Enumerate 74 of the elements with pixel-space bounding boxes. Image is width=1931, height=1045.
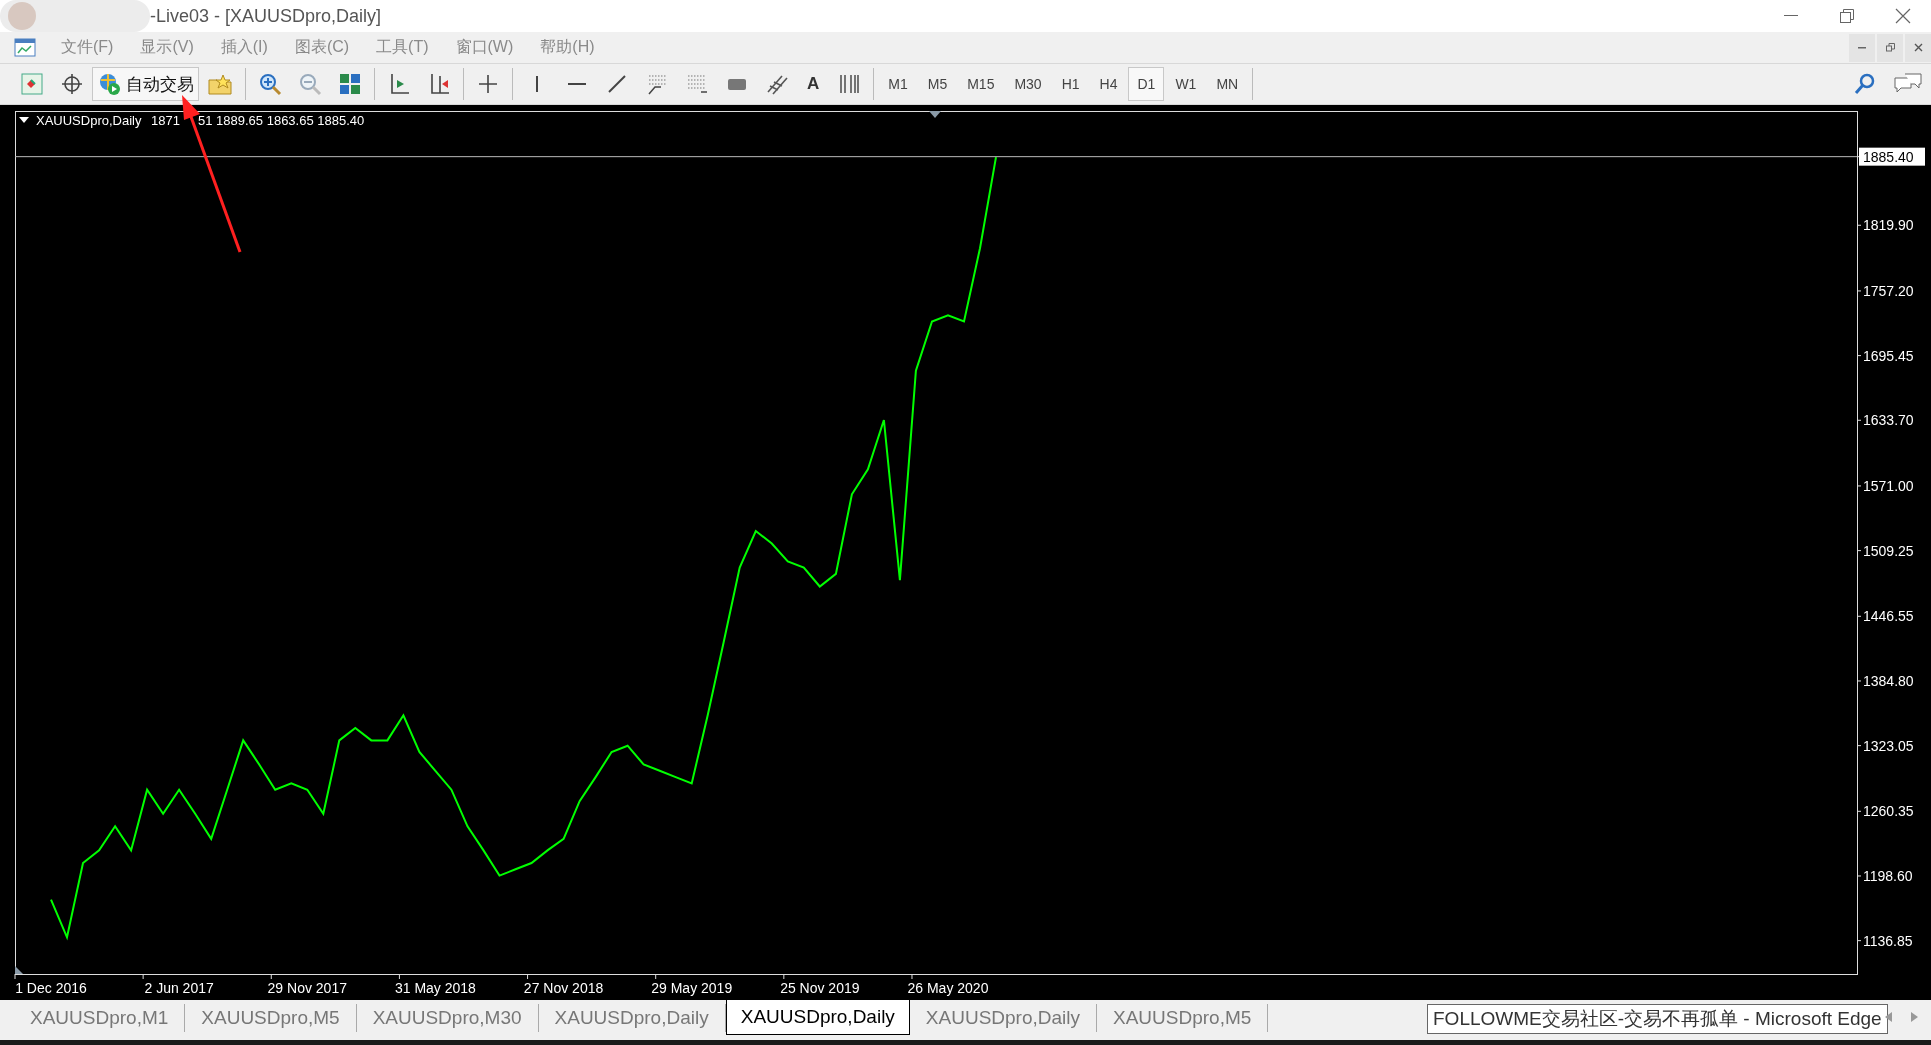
chart-tab[interactable]: XAUUSDpro,Daily bbox=[725, 1000, 910, 1035]
close-icon[interactable] bbox=[1913, 43, 1923, 52]
date-axis-label: 27 Nov 2018 bbox=[523, 980, 604, 996]
date-axis-label: 1 Dec 2016 bbox=[15, 980, 87, 996]
price-axis-label: 1633.70 bbox=[1863, 412, 1914, 429]
date-axis-label: 29 May 2019 bbox=[651, 980, 733, 996]
price-axis-label: 1384.80 bbox=[1863, 672, 1914, 689]
price-axis-label: 1695.45 bbox=[1863, 347, 1914, 364]
menu-item[interactable]: 窗口(W) bbox=[444, 37, 525, 58]
shift-marker-icon[interactable] bbox=[929, 111, 941, 118]
timeframe-button[interactable]: M5 bbox=[918, 67, 957, 101]
timeframe-button[interactable]: H1 bbox=[1052, 67, 1089, 101]
new-chart-icon[interactable] bbox=[20, 72, 44, 96]
ohlc-values: 1871 bbox=[151, 113, 180, 128]
globe-play-icon[interactable] bbox=[97, 72, 121, 96]
price-axis-label: 1509.25 bbox=[1863, 542, 1914, 559]
ohlc-values: 51 1889.65 1863.65 1885.40 bbox=[198, 113, 365, 128]
chart-tab[interactable]: XAUUSDpro,Daily bbox=[538, 1004, 726, 1032]
crosshair-icon[interactable] bbox=[476, 72, 500, 96]
menu-item[interactable]: 插入(I) bbox=[209, 37, 279, 58]
menu-item[interactable]: 文件(F) bbox=[50, 37, 125, 58]
window-title: -Live03 - [XAUUSDpro,Daily] bbox=[150, 5, 382, 27]
fibonacci-levels-icon[interactable] bbox=[645, 72, 669, 96]
restore-icon[interactable] bbox=[1885, 43, 1895, 52]
date-axis-label: 25 Nov 2019 bbox=[780, 980, 860, 996]
collapse-triangle-icon[interactable] bbox=[19, 117, 29, 123]
close-icon[interactable] bbox=[1895, 8, 1911, 24]
timeframe-button[interactable]: M1 bbox=[879, 67, 917, 101]
restore-icon[interactable] bbox=[1840, 9, 1854, 23]
chart-window-icon[interactable] bbox=[14, 37, 36, 58]
chart-tab[interactable]: XAUUSDpro,M1 bbox=[14, 1004, 186, 1032]
crosshair-target-icon[interactable] bbox=[60, 72, 84, 96]
menu-item[interactable]: 帮助(H) bbox=[529, 37, 606, 58]
timeframe-button[interactable]: H4 bbox=[1090, 67, 1127, 101]
chart-symbol: XAUUSDpro,Daily bbox=[36, 113, 142, 128]
date-axis-label: 2 Jun 2017 bbox=[144, 980, 214, 996]
price-axis-label: 1819.90 bbox=[1863, 217, 1914, 234]
scroll-left-icon[interactable] bbox=[1885, 1012, 1893, 1022]
tooltip: FOLLOWME交易社区-交易不再孤单 - Microsoft Edge bbox=[1427, 1004, 1888, 1034]
price-axis-label: 1198.60 bbox=[1863, 867, 1913, 884]
star-folder-icon[interactable] bbox=[207, 72, 233, 96]
text-tool[interactable]: A bbox=[807, 74, 820, 94]
menu-item[interactable]: 图表(C) bbox=[283, 37, 361, 58]
timeframe-button[interactable]: D1 bbox=[1128, 67, 1165, 101]
zoom-in-icon[interactable] bbox=[258, 72, 282, 96]
price-axis-label: 1571.00 bbox=[1863, 477, 1914, 494]
minimize-icon[interactable] bbox=[1784, 15, 1798, 17]
price-axis-label: 1323.05 bbox=[1863, 737, 1914, 754]
price-axis-label: 1136.85 bbox=[1863, 932, 1913, 949]
fibonacci-lines-icon[interactable] bbox=[685, 72, 709, 96]
timeframe-button[interactable]: M15 bbox=[958, 67, 1004, 101]
minimize-icon[interactable] bbox=[1858, 46, 1866, 49]
price-axis-label: 1260.35 bbox=[1863, 803, 1914, 820]
chart-tab[interactable]: XAUUSDpro,M30 bbox=[356, 1004, 539, 1032]
tile-windows-icon[interactable] bbox=[338, 72, 362, 96]
date-axis-label: 31 May 2018 bbox=[394, 980, 476, 996]
date-axis-label: 26 May 2020 bbox=[907, 980, 989, 996]
timeframe-button[interactable]: M30 bbox=[1005, 67, 1051, 101]
chart-tab[interactable]: XAUUSDpro,M5 bbox=[1097, 1004, 1269, 1032]
chart-tab[interactable]: XAUUSDpro,Daily bbox=[909, 1004, 1097, 1032]
price-axis-label: 1757.20 bbox=[1863, 282, 1914, 299]
timeframe-button[interactable]: MN bbox=[1207, 67, 1248, 101]
chart-tab[interactable]: XAUUSDpro,M5 bbox=[185, 1004, 357, 1032]
menu-item[interactable]: 显示(V) bbox=[129, 37, 205, 58]
menu-item[interactable]: 工具(T) bbox=[365, 37, 440, 58]
search-icon[interactable] bbox=[1853, 72, 1877, 96]
period-separators-icon[interactable] bbox=[837, 72, 862, 96]
timeframe-button[interactable]: W1 bbox=[1166, 67, 1206, 101]
auto-trading-button[interactable]: 自动交易 bbox=[92, 67, 199, 101]
scroll-marker-icon bbox=[15, 966, 23, 974]
date-axis-label: 29 Nov 2017 bbox=[267, 980, 347, 996]
y-tick-label: 1885.40 bbox=[1863, 148, 1914, 165]
scroll-right-icon[interactable] bbox=[1910, 1012, 1918, 1022]
price-axis-label: 1446.55 bbox=[1863, 608, 1914, 625]
